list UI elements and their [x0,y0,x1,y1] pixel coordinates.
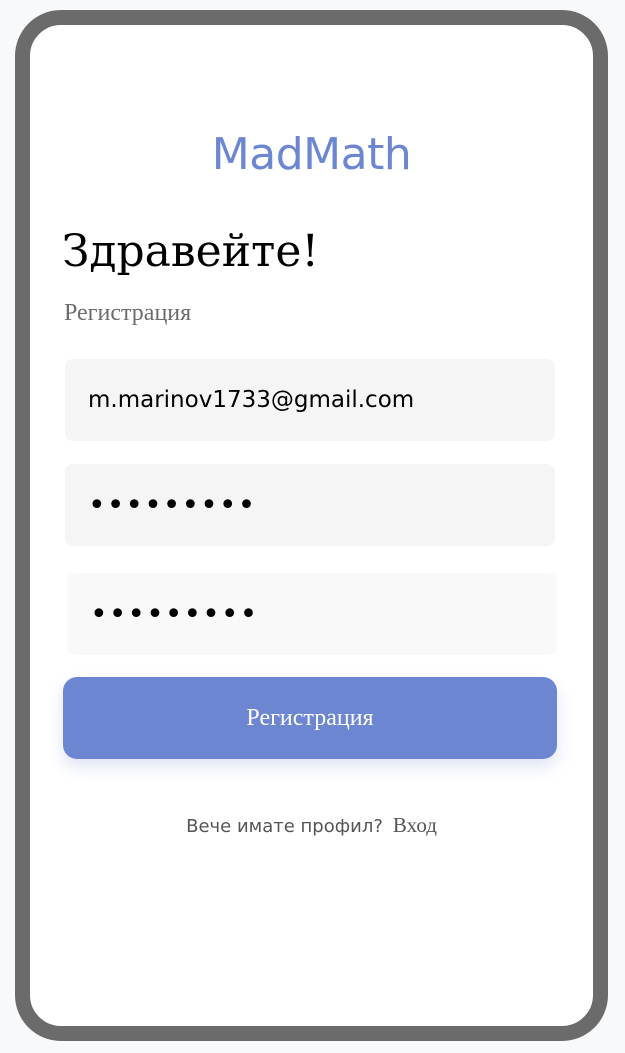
login-prompt-text: Вече имате профил? [186,816,383,837]
login-prompt: Вече имате профил? Вход [30,815,593,836]
login-link[interactable]: Вход [393,813,437,837]
phone-frame: MadMath Здравейте! Регистрация Регистрац… [15,10,608,1041]
page-title: Здравейте! [62,226,320,277]
email-field[interactable] [65,359,555,441]
password-field[interactable] [65,464,555,546]
page-subtitle: Регистрация [64,300,192,326]
app-logo: MadMath [211,129,412,180]
register-button[interactable]: Регистрация [63,677,557,759]
confirm-password-field[interactable] [67,573,557,655]
